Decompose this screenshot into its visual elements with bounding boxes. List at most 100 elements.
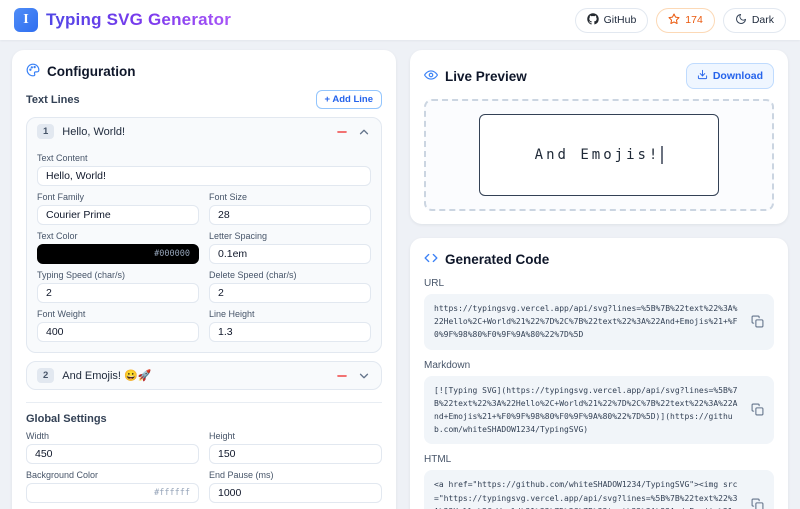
line-height-input[interactable]: [209, 322, 371, 342]
star-count-button[interactable]: 174: [656, 8, 715, 33]
expand-line-button[interactable]: [357, 369, 371, 383]
field-delete-speed: Delete Speed (char/s): [209, 270, 371, 303]
width-label: Width: [26, 431, 199, 441]
main-layout: Configuration Text Lines + Add Line 1 He…: [0, 40, 800, 509]
url-code-block: https://typingsvg.vercel.app/api/svg?lin…: [424, 294, 774, 350]
height-label: Height: [209, 431, 382, 441]
download-label: Download: [713, 70, 763, 82]
text-line-item-2: 2 And Emojis! 😀🚀: [26, 361, 382, 390]
live-preview-card: Live Preview Download And Emojis!: [410, 50, 788, 224]
generated-code-header: Generated Code: [424, 251, 774, 268]
remove-line-button[interactable]: [335, 125, 349, 139]
generated-code-card: Generated Code URL https://typingsvg.ver…: [410, 238, 788, 509]
height-input[interactable]: [209, 444, 382, 464]
background-color-picker[interactable]: #ffffff: [26, 483, 199, 503]
field-letter-spacing: Letter Spacing: [209, 231, 371, 264]
url-section-label: URL: [424, 278, 774, 289]
eye-icon: [424, 68, 438, 85]
delete-speed-label: Delete Speed (char/s): [209, 270, 371, 280]
global-settings-label: Global Settings: [26, 413, 382, 425]
theme-label: Dark: [752, 14, 774, 26]
field-font-weight: Font Weight: [37, 309, 199, 342]
text-content-input[interactable]: [37, 166, 371, 186]
github-button[interactable]: GitHub: [575, 8, 649, 33]
text-color-picker[interactable]: #000000: [37, 244, 199, 264]
background-color-value: #ffffff: [154, 488, 190, 498]
line-number-badge: 1: [37, 124, 54, 139]
url-code[interactable]: https://typingsvg.vercel.app/api/svg?lin…: [434, 302, 742, 342]
field-end-pause: End Pause (ms): [209, 470, 382, 503]
add-line-button[interactable]: + Add Line: [316, 90, 382, 109]
field-font-family: Font Family: [37, 192, 199, 225]
copy-markdown-button[interactable]: [751, 403, 764, 416]
theme-toggle-button[interactable]: Dark: [723, 8, 786, 33]
text-lines-header: Text Lines + Add Line: [26, 90, 382, 109]
font-family-input[interactable]: [37, 205, 199, 225]
field-font-size: Font Size: [209, 192, 371, 225]
collapse-line-button[interactable]: [357, 125, 371, 139]
line-title: Hello, World!: [62, 126, 327, 138]
preview-area: And Emojis!: [424, 99, 774, 211]
field-line-height: Line Height: [209, 309, 371, 342]
html-code[interactable]: <a href="https://github.com/whiteSHADOW1…: [434, 478, 742, 509]
app-logo-icon: I: [14, 8, 38, 32]
line-height-label: Line Height: [209, 309, 371, 319]
download-button[interactable]: Download: [686, 63, 774, 89]
html-code-block: <a href="https://github.com/whiteSHADOW1…: [424, 470, 774, 509]
field-height: Height: [209, 431, 382, 464]
configuration-column: Configuration Text Lines + Add Line 1 He…: [12, 50, 396, 509]
moon-icon: [735, 13, 747, 28]
text-content-label: Text Content: [37, 153, 371, 163]
delete-speed-input[interactable]: [209, 283, 371, 303]
remove-line-button[interactable]: [335, 369, 349, 383]
typing-speed-input[interactable]: [37, 283, 199, 303]
live-preview-header: Live Preview: [424, 68, 527, 85]
line-number-badge: 2: [37, 368, 54, 383]
live-preview-title: Live Preview: [445, 69, 527, 84]
preview-svg-frame: And Emojis!: [479, 114, 719, 196]
field-background-color: Background Color #ffffff: [26, 470, 199, 503]
github-label: GitHub: [604, 14, 637, 26]
font-size-label: Font Size: [209, 192, 371, 202]
end-pause-label: End Pause (ms): [209, 470, 382, 480]
download-icon: [697, 69, 708, 83]
text-line-1-header[interactable]: 1 Hello, World!: [27, 118, 381, 145]
field-typing-speed: Typing Speed (char/s): [37, 270, 199, 303]
markdown-section-label: Markdown: [424, 360, 774, 371]
copy-url-button[interactable]: [751, 315, 764, 328]
field-text-color: Text Color #000000: [37, 231, 199, 264]
typing-cursor-icon: [661, 146, 663, 164]
field-text-content: Text Content: [37, 153, 371, 186]
markdown-code-block: [![Typing SVG](https://typingsvg.vercel.…: [424, 376, 774, 445]
line-title: And Emojis! 😀🚀: [62, 369, 327, 382]
end-pause-input[interactable]: [209, 483, 382, 503]
text-color-label: Text Color: [37, 231, 199, 241]
preview-typed-text: And Emojis!: [535, 146, 664, 164]
palette-icon: [26, 63, 40, 80]
text-line-1-body: Text Content Font Family Font Size: [27, 145, 381, 352]
configuration-title: Configuration: [47, 64, 135, 79]
star-icon: [668, 13, 680, 28]
top-bar: I Typing SVG Generator GitHub 174 Dark: [0, 0, 800, 40]
width-input[interactable]: [26, 444, 199, 464]
brand: I Typing SVG Generator: [14, 8, 231, 32]
letter-spacing-input[interactable]: [209, 244, 371, 264]
text-line-item-1: 1 Hello, World! Text Content: [26, 117, 382, 353]
font-weight-label: Font Weight: [37, 309, 199, 319]
app-title: Typing SVG Generator: [46, 10, 231, 30]
markdown-code[interactable]: [![Typing SVG](https://typingsvg.vercel.…: [434, 384, 742, 437]
font-size-input[interactable]: [209, 205, 371, 225]
field-width: Width: [26, 431, 199, 464]
text-line-2-header[interactable]: 2 And Emojis! 😀🚀: [27, 362, 381, 389]
font-weight-input[interactable]: [37, 322, 199, 342]
configuration-header: Configuration: [26, 63, 382, 80]
letter-spacing-label: Letter Spacing: [209, 231, 371, 241]
right-column: Live Preview Download And Emojis!: [410, 50, 788, 509]
text-lines-label: Text Lines: [26, 94, 80, 106]
divider: [26, 402, 382, 403]
copy-html-button[interactable]: [751, 498, 764, 509]
typing-speed-label: Typing Speed (char/s): [37, 270, 199, 280]
generated-code-title: Generated Code: [445, 252, 549, 267]
star-count: 174: [685, 14, 703, 26]
code-icon: [424, 251, 438, 268]
